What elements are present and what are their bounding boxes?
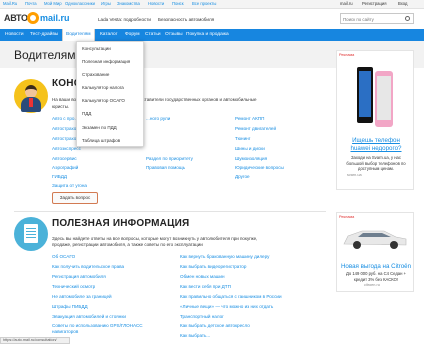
search-input[interactable] [343, 15, 401, 23]
info-link[interactable]: Как получить водительское права [52, 264, 124, 269]
portal-link-news[interactable]: Новости [148, 1, 164, 6]
portal-link-myworld[interactable]: Мой Мир [44, 1, 62, 6]
dropdown-item-insurance[interactable]: Страхование [82, 72, 109, 77]
portal-link-dating[interactable]: Знакомства [117, 1, 140, 6]
consult-link[interactable]: Правовая помощь [146, 165, 185, 170]
consult-link[interactable]: ...ного рули [146, 116, 170, 121]
info-link[interactable]: Об ОСАГО [52, 254, 75, 259]
portal-link-mailru-right[interactable]: mail.ru [340, 1, 353, 6]
ad-text: Заходи на Svarn.ua, у нас большой выбор … [346, 155, 406, 171]
search-box [340, 13, 414, 24]
info-link[interactable]: Как выбрать детское автокресло [180, 323, 250, 328]
page-title: Водителям [14, 48, 76, 62]
nav-drivers[interactable]: Водителям [62, 29, 95, 41]
ad-title-line1[interactable]: Ищешь телефон [337, 137, 415, 144]
drivers-dropdown-menu: Консультации Полезная информация Страхов… [76, 41, 144, 147]
ad-car-text: До 149 000 руб. на C4 Седан + кредит 3% … [345, 271, 407, 282]
document-icon [14, 217, 48, 251]
info-link[interactable]: Обмен новых машин [180, 274, 225, 279]
ask-question-button[interactable]: Задать вопрос [52, 192, 98, 204]
phone-ad[interactable]: Реклама Ищешь телефон huawei недорого? З… [336, 50, 414, 190]
ad-car-title[interactable]: Новая выгода на Citroën [337, 263, 415, 270]
nav-articles[interactable]: Статьи [142, 29, 164, 41]
info-title: ПОЛЕЗНАЯ ИНФОРМАЦИЯ [52, 218, 190, 229]
nav-buy-sell[interactable]: Покупка и продажа [183, 29, 232, 41]
info-link[interactable]: Как вести себя при ДТП [180, 284, 231, 289]
phone-image [357, 67, 393, 127]
register-link[interactable]: Регистрация [362, 1, 386, 6]
header-link-safety[interactable]: Безопасность автомобиля [158, 17, 214, 22]
header-link-lada[interactable]: Lada Vesta: подробности [98, 17, 151, 22]
info-link[interactable]: Не автомобиле за границей [52, 294, 112, 299]
info-description-2: продаже, регистрации автомобиля, а также… [52, 242, 203, 247]
status-bar-url: https://auto.mail.ru/consultation/ [0, 337, 70, 344]
consult-link[interactable]: Тюнинг [235, 136, 250, 141]
dropdown-item-traffic-rules[interactable]: ПДД [82, 111, 91, 116]
info-link[interactable]: «Личные вещи» — что можно из них отдать [180, 304, 273, 309]
portal-bar: Mail.Ru Почта Мой Мир Одноклассники Игры… [0, 0, 424, 9]
consultant-icon [14, 79, 48, 113]
dropdown-item-exam[interactable]: Экзамен по ПДД [82, 125, 117, 130]
info-link[interactable]: навигаторов [52, 329, 78, 334]
portal-link-mailru[interactable]: Mail.Ru [3, 1, 17, 6]
portal-link-search[interactable]: Поиск [172, 1, 184, 6]
consult-link[interactable]: Защита от угона [52, 183, 87, 188]
main-nav: Новости Тест-драйвы Водителям Каталог Фо… [0, 29, 424, 41]
info-link[interactable]: Как правильно общаться с гаишником в Рос… [180, 294, 282, 299]
consult-link[interactable]: Аэрографий [52, 165, 78, 170]
site-header: АВТО mail.ru Lada Vesta: подробности Без… [0, 9, 424, 29]
car-image [343, 230, 407, 249]
consult-link[interactable]: Ремонт двигателей [235, 126, 276, 131]
ad-title-line2[interactable]: huawei недорого? [337, 145, 415, 152]
info-link[interactable]: Как выбрать... [180, 333, 210, 338]
consult-description-2: юристы. [52, 104, 70, 109]
consult-link[interactable]: Ремонт АКПП [235, 116, 264, 121]
search-icon[interactable] [405, 16, 410, 21]
ad-label: Реклама [339, 53, 355, 57]
portal-link-ok[interactable]: Одноклассники [65, 1, 95, 6]
consult-link[interactable]: Автосервис [52, 156, 77, 161]
portal-link-mail[interactable]: Почта [25, 1, 37, 6]
consult-link[interactable]: ГИБДД [52, 174, 67, 179]
nav-test-drives[interactable]: Тест-драйвы [27, 29, 61, 41]
logo-auto-text: АВТО [4, 13, 28, 23]
info-link[interactable]: Штрафы ПИБДД [52, 304, 88, 309]
logo-mail-text: mail.ru [40, 13, 70, 23]
portal-link-games[interactable]: Игры [101, 1, 111, 6]
info-link[interactable]: Как вернуть бракованную машину дилеру [180, 254, 269, 259]
nav-catalog[interactable]: Каталог [97, 29, 120, 41]
ad-source[interactable]: svarn.ua [347, 173, 362, 177]
info-link[interactable]: Регистрация автомобиля [52, 274, 106, 279]
dropdown-item-consultations[interactable]: Консультации [82, 46, 111, 51]
consult-link[interactable]: Авто с про... [52, 116, 78, 121]
ad-car-source[interactable]: citroen.ru [364, 283, 380, 287]
consult-link[interactable]: Юридические вопросы [235, 165, 284, 170]
auto-mail-logo[interactable]: АВТО mail.ru [4, 12, 82, 25]
info-link[interactable]: Эвакуация автомобилей и стоянки [52, 314, 126, 319]
info-link[interactable]: Технический осмотр [52, 284, 95, 289]
consult-link[interactable]: Шумоизоляция [235, 156, 267, 161]
dropdown-item-osago-calculator[interactable]: Калькулятор ОСАГО [82, 98, 125, 103]
info-link[interactable]: Советы по использованию GPS/ГЛОНАСС [52, 323, 143, 328]
info-link[interactable]: Как выбрать видеорегистратор [180, 264, 246, 269]
info-link[interactable]: Транспортный налог [180, 314, 224, 319]
consult-link[interactable]: Раздел по приоритету [146, 156, 193, 161]
nav-news[interactable]: Новости [2, 29, 27, 41]
consult-link[interactable]: Шины и диски [235, 146, 265, 151]
login-link[interactable]: Вход [398, 1, 407, 6]
section-divider [14, 211, 326, 212]
dropdown-item-fines-table[interactable]: Таблица штрафов [82, 138, 120, 143]
portal-link-all-projects[interactable]: Все проекты [192, 1, 216, 6]
nav-forum[interactable]: Форум [122, 29, 143, 41]
dropdown-item-useful-info[interactable]: Полезная информация [82, 59, 130, 64]
consult-link[interactable]: Другое [235, 174, 250, 179]
logo-at-icon [27, 12, 39, 24]
ad-label: Реклама [339, 215, 355, 219]
dropdown-item-tax-calculator[interactable]: Калькулятор налога [82, 85, 124, 90]
